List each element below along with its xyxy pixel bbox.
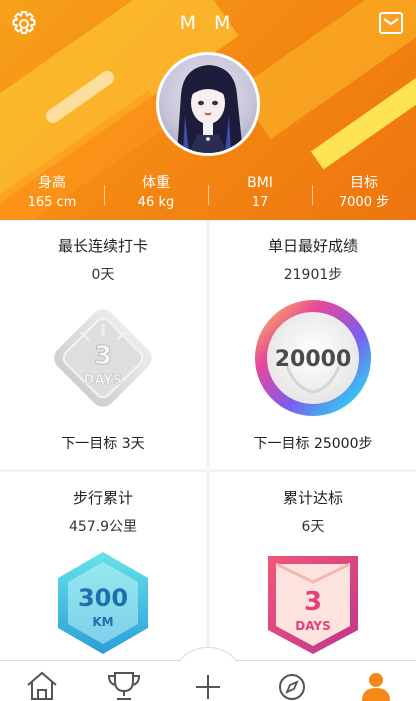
profile-icon[interactable] [356,669,396,701]
avatar[interactable] [156,52,260,156]
card-value: 21901步 [283,267,343,283]
badge-number: 300 [78,584,128,612]
plus-icon[interactable] [188,669,228,701]
badge-unit: DAYS [295,619,330,633]
badge-number: 3 [94,341,112,371]
message-icon[interactable] [378,11,404,35]
card-title: 最长连续打卡 [57,237,148,255]
card-title: 步行累计 [72,489,133,507]
compass-icon[interactable] [272,669,312,701]
card-value: 0天 [91,267,115,283]
stat-label: 目标 [350,175,378,191]
card-title: 累计达标 [282,489,343,507]
stat-label: BMI [247,175,273,191]
card-value: 457.9公里 [68,519,138,535]
next-goal: 下一目标 3天 [61,436,145,452]
stat-height: 身高 165 cm [0,173,104,217]
achievements-grid: 最长连续打卡 0天 3 DAYS 下一目标 3天 单日最好成绩 21901步 2… [0,220,416,660]
stat-value: 7000 步 [338,195,390,210]
stat-value: 17 [251,195,269,210]
stat-bmi: BMI 17 [208,173,312,217]
card-title: 单日最好成绩 [267,237,358,255]
stat-goal: 目标 7000 步 [312,173,416,217]
badge-number: 20000 [275,347,352,372]
streak-badge-icon: 3 DAYS [54,309,152,407]
stat-weight: 体重 46 kg [104,173,208,217]
header-decoration [43,68,117,126]
trophy-icon[interactable] [104,669,144,701]
bottom-nav [0,647,416,701]
card-value: 6天 [301,519,325,535]
stat-value: 165 cm [27,195,77,210]
distance-badge-icon: 300 KM [58,552,148,654]
stat-label: 体重 [142,175,170,191]
body-stats: 身高 165 cm 体重 46 kg BMI 17 目标 7000 步 [0,173,416,217]
goal-days-badge-icon: 3 DAYS [268,556,358,654]
stat-label: 身高 [38,175,66,191]
stat-value: 46 kg [137,195,175,210]
best-day-card[interactable]: 单日最好成绩 21901步 20000 下一目标 25000步 [210,220,416,469]
header-decoration [310,42,416,170]
badge-number: 3 [304,587,322,617]
profile-header: M M 身高 165 cm 体重 46 kg BMI 17 目标 7000 步 [0,0,416,220]
badge-unit: DAYS [84,373,122,388]
username: M M [179,12,237,34]
badge-unit: KM [92,615,113,629]
distance-card[interactable]: 步行累计 457.9公里 300 KM [0,472,206,660]
best-day-badge-icon: 20000 [255,300,371,416]
goal-days-card[interactable]: 累计达标 6天 3 DAYS [210,472,416,660]
next-goal: 下一目标 25000步 [253,436,373,452]
home-icon[interactable] [22,669,62,701]
streak-card[interactable]: 最长连续打卡 0天 3 DAYS 下一目标 3天 [0,220,206,469]
